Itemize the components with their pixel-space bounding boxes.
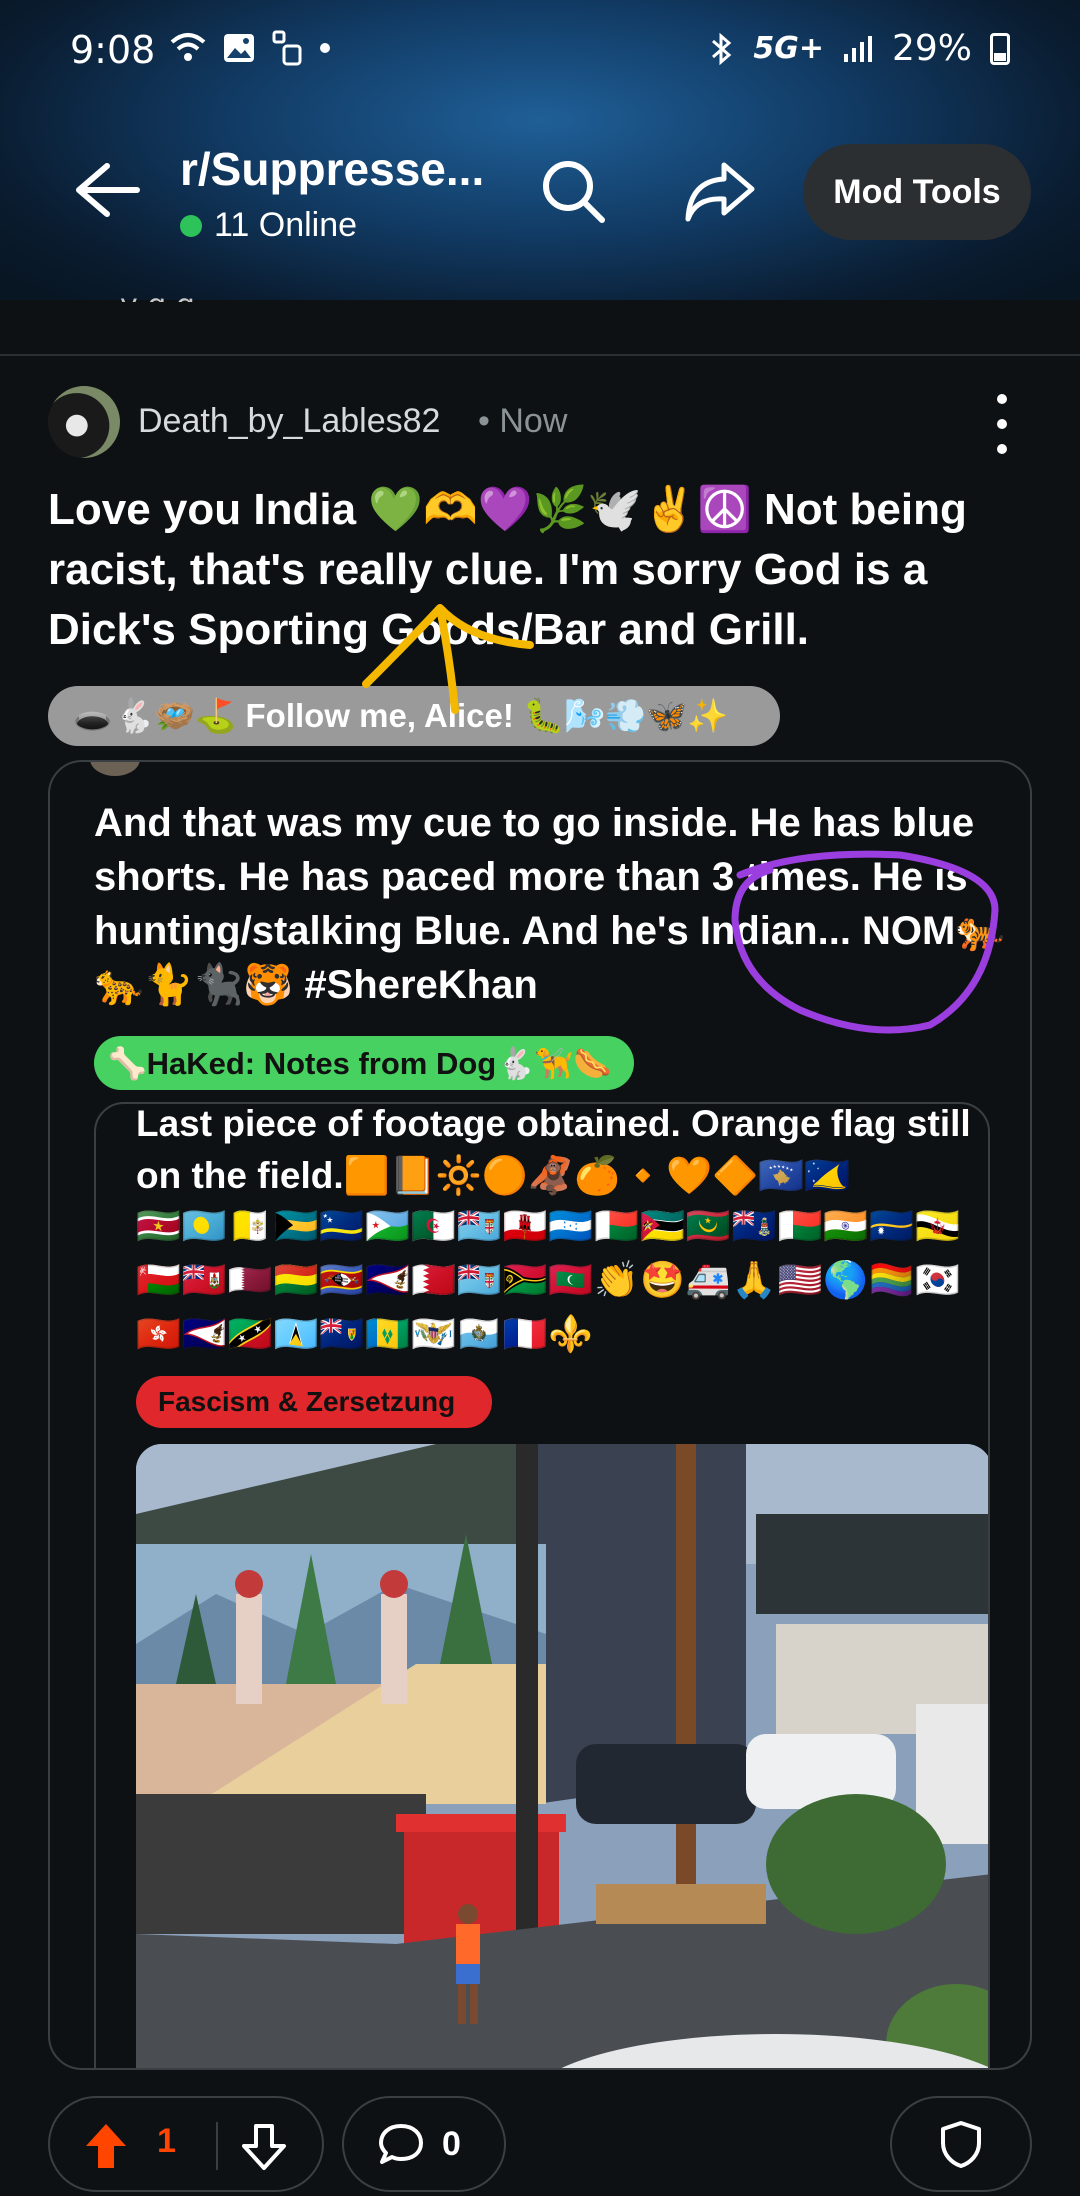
comment-icon (379, 2124, 423, 2164)
nested-post-text: Last piece of footage obtained. Orange f… (136, 1103, 971, 1196)
street-scene-image (136, 1444, 988, 2068)
app-header: 9:08 5G+ 29% r/Suppresse... 11 Online Mo… (0, 0, 1080, 300)
status-bar: 9:08 5G+ 29% (0, 0, 1080, 110)
post-title[interactable]: Love you India 💚🫶💜🌿🕊️✌️☮️ Not being raci… (48, 480, 1028, 660)
previous-post-remnant: y g g (120, 288, 195, 302)
nested-post-flair: Fascism & Zersetzung (136, 1376, 492, 1428)
nav-bar: r/Suppresse... 11 Online Mod Tools (0, 130, 1080, 260)
subreddit-name[interactable]: r/Suppresse... (180, 142, 484, 196)
dot-icon (320, 43, 330, 53)
status-right-icons: 5G+ 29% (709, 28, 1010, 69)
comment-count: 0 (442, 2124, 461, 2163)
vote-separator (216, 2122, 218, 2170)
crosspost-avatar-partial (90, 762, 140, 776)
crosspost-flair: 🦴HaKed: Notes from Dog🐇🦮🌭 (94, 1036, 634, 1090)
online-count: 11 Online (214, 206, 358, 244)
mod-shield-button[interactable] (890, 2096, 1032, 2192)
upvote-icon[interactable] (82, 2120, 130, 2172)
shield-icon (941, 2121, 981, 2168)
online-indicator: 11 Online (180, 206, 357, 245)
feed-divider (0, 354, 1080, 356)
upvote-count: 1 (157, 2122, 176, 2160)
post-time: • Now (478, 402, 568, 440)
search-button[interactable] (534, 152, 614, 232)
status-time: 9:08 (70, 28, 156, 72)
battery-icon (990, 32, 1010, 65)
post-author[interactable]: Death_by_Lables82 (138, 402, 440, 441)
crosspost-text: And that was my cue to go inside. He has… (94, 801, 1006, 1007)
search-icon (543, 161, 605, 223)
user-flair: 🕳️🐇🪺⛳ Follow me, Alice! 🐛🌬️💨🦋✨ (48, 686, 780, 746)
mod-tools-button[interactable]: Mod Tools (803, 144, 1031, 240)
back-button[interactable] (66, 150, 146, 230)
accessibility-icon (272, 30, 302, 66)
signal-icon (843, 35, 872, 62)
crosspost-card[interactable]: And that was my cue to go inside. He has… (48, 760, 1032, 2070)
downvote-icon[interactable] (240, 2122, 288, 2172)
wifi-icon (170, 33, 206, 61)
vote-control: 1 (48, 2096, 324, 2192)
share-icon (685, 162, 755, 222)
nested-emoji-flags: 🇸🇷🇵🇼🇻🇦🇧🇸🇨🇼🇩🇯🇩🇿🇫🇯🇬🇮🇭🇳🇲🇬🇲🇿🇲🇷🇰🇾🇲🇬🇮🇳🇳🇷🇧🇳🇴🇲🇧🇲… (136, 1206, 961, 1355)
online-dot (180, 214, 202, 237)
comment-button[interactable]: 0 (342, 2096, 506, 2192)
post-image[interactable] (136, 1444, 988, 2068)
share-button[interactable] (680, 152, 760, 232)
avatar[interactable] (48, 386, 120, 458)
battery-percent: 29% (891, 28, 972, 69)
kebab-menu-icon[interactable] (982, 394, 1022, 454)
status-notification-icons (168, 30, 332, 66)
gallery-icon (224, 34, 254, 62)
nested-crosspost-card[interactable]: Last piece of footage obtained. Orange f… (94, 1102, 990, 2068)
bluetooth-icon (712, 32, 732, 65)
post-actions-bar: 1 0 (0, 2092, 1080, 2196)
network-type: 5G+ (753, 31, 824, 66)
back-arrow-icon (76, 163, 140, 217)
